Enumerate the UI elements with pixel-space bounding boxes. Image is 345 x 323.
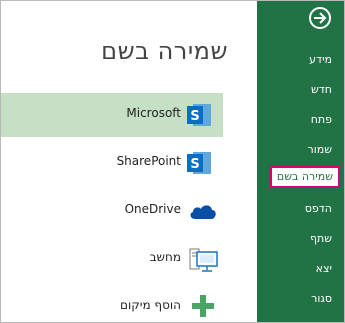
location-label: SharePoint [116, 154, 181, 168]
computer-icon [189, 247, 219, 277]
location-label: הוסף מיקום [120, 298, 181, 312]
nav-item-new[interactable]: חדש [311, 83, 332, 97]
cloud-icon [189, 202, 217, 224]
plus-icon [191, 294, 215, 322]
nav-item-close[interactable]: סגור [311, 292, 332, 306]
backstage-view: שמירה בשם Microsoft S SharePoint S OneDr… [0, 0, 345, 323]
backstage-nav: מידע חדש פתח שמור שמירה בשם הדפס שתף יצא… [257, 1, 344, 322]
location-add-place[interactable]: הוסף מיקום [1, 285, 223, 322]
location-sharepoint[interactable]: SharePoint S [1, 141, 223, 185]
location-label: מחשב [149, 250, 181, 264]
page-title: שמירה בשם [101, 37, 228, 65]
svg-text:S: S [190, 109, 199, 124]
nav-item-export[interactable]: יצא [316, 262, 332, 276]
nav-item-save[interactable]: שמור [308, 143, 332, 157]
nav-item-info[interactable]: מידע [309, 53, 332, 67]
nav-item-share[interactable]: שתף [310, 232, 332, 246]
svg-text:S: S [190, 157, 199, 172]
back-arrow-icon[interactable] [309, 7, 331, 29]
location-label: OneDrive [124, 202, 181, 216]
sharepoint-icon: S [187, 102, 211, 132]
nav-item-save-as[interactable]: שמירה בשם [269, 166, 340, 188]
nav-item-print[interactable]: הדפס [305, 202, 332, 216]
location-onedrive[interactable]: OneDrive [1, 189, 223, 233]
location-microsoft[interactable]: Microsoft S [1, 93, 223, 137]
nav-item-open[interactable]: פתח [311, 113, 332, 127]
location-computer[interactable]: מחשב [1, 237, 223, 281]
location-label: Microsoft [126, 106, 181, 120]
sharepoint-icon: S [187, 150, 211, 180]
